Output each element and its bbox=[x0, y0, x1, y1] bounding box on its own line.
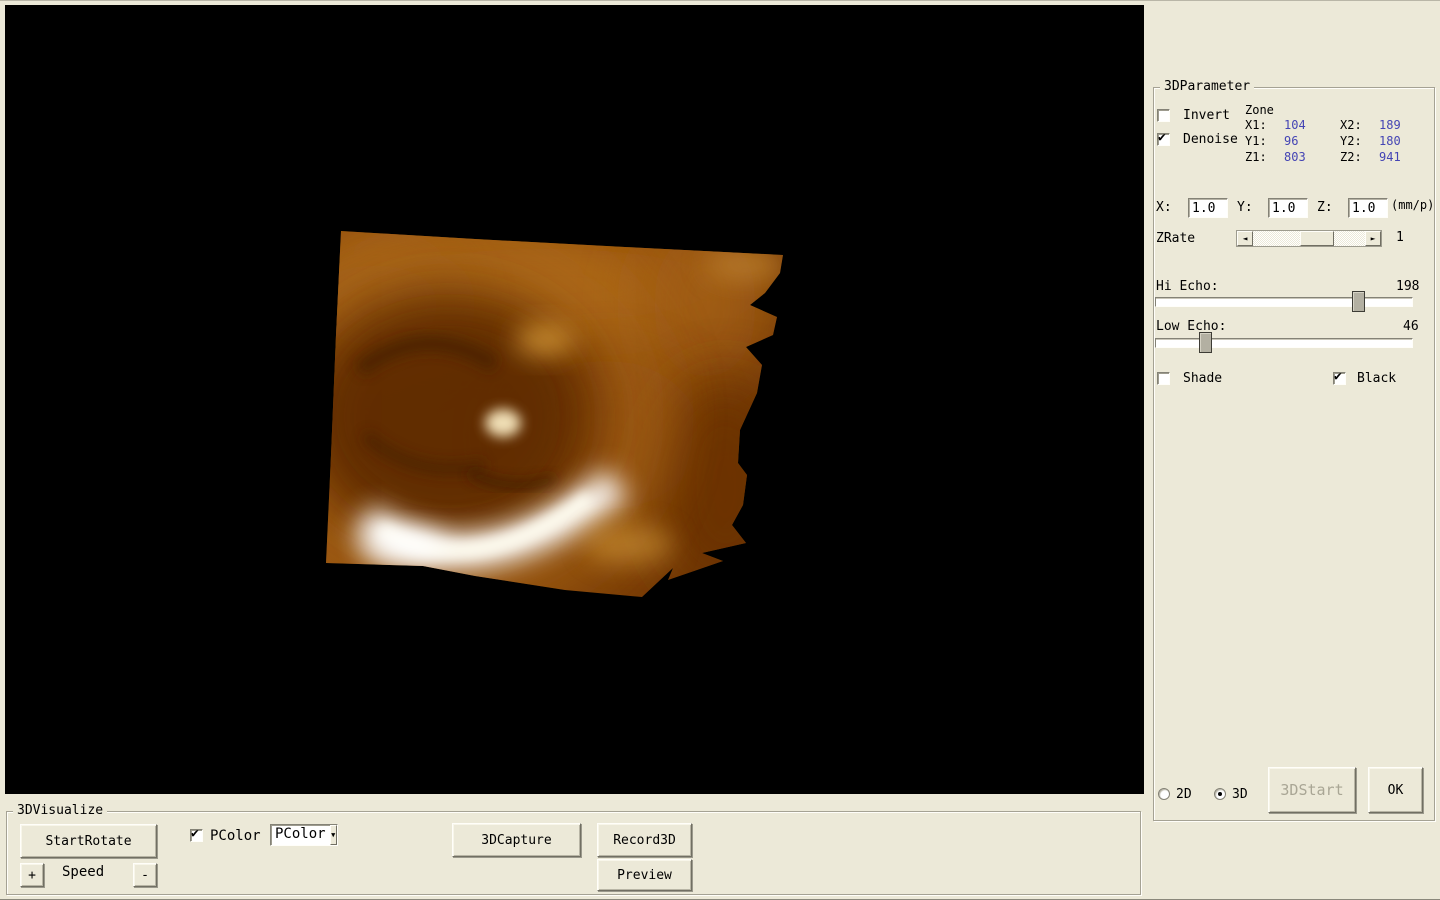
scale-x-label: X: bbox=[1156, 200, 1172, 215]
zone-z2-value: 941 bbox=[1379, 150, 1401, 164]
pcolor-checkbox[interactable]: ✔ bbox=[190, 826, 203, 842]
check-icon: ✔ bbox=[1334, 369, 1342, 384]
zrate-thumb[interactable] bbox=[1300, 231, 1335, 246]
scale-z-input[interactable] bbox=[1348, 198, 1388, 218]
zone-z1-label: Z1: bbox=[1245, 150, 1267, 164]
zrate-label: ZRate bbox=[1156, 231, 1196, 246]
3dcapture-button[interactable]: 3DCapture bbox=[452, 823, 581, 857]
app-window: 3DParameter ✔ Invert ✔ Denoise Zone X1: … bbox=[0, 0, 1440, 900]
zone-y1-label: Y1: bbox=[1245, 134, 1267, 148]
pcolor-label: PColor bbox=[210, 828, 261, 844]
low-echo-thumb[interactable] bbox=[1199, 332, 1212, 353]
scale-y-label: Y: bbox=[1237, 200, 1253, 215]
zone-y1-value: 96 bbox=[1284, 134, 1299, 148]
zone-title: Zone bbox=[1245, 103, 1274, 117]
low-echo-value: 46 bbox=[1403, 319, 1419, 334]
denoise-label: Denoise bbox=[1183, 132, 1238, 147]
start-rotate-button[interactable]: StartRotate bbox=[20, 824, 157, 858]
radio-3d-label: 3D bbox=[1232, 787, 1248, 802]
radio-2d-label: 2D bbox=[1176, 787, 1192, 802]
ok-button[interactable]: OK bbox=[1368, 767, 1423, 813]
zone-x2-value: 189 bbox=[1379, 118, 1401, 132]
denoise-checkbox[interactable]: ✔ bbox=[1157, 130, 1170, 146]
zrate-track[interactable] bbox=[1253, 231, 1365, 246]
scale-x-input[interactable] bbox=[1188, 198, 1228, 218]
zone-z1-value: 803 bbox=[1284, 150, 1306, 164]
start3d-button[interactable]: 3DStart bbox=[1268, 767, 1356, 813]
hi-echo-label: Hi Echo: bbox=[1156, 279, 1219, 294]
zone-x2-label: X2: bbox=[1340, 118, 1362, 132]
zone-y2-value: 180 bbox=[1379, 134, 1401, 148]
low-echo-label: Low Echo: bbox=[1156, 319, 1227, 334]
speed-label: Speed bbox=[62, 864, 105, 880]
zone-z2-label: Z2: bbox=[1340, 150, 1362, 164]
scale-unit-label: (mm/p) bbox=[1391, 198, 1435, 212]
visualize-group-title: 3DVisualize bbox=[13, 803, 108, 819]
pcolor-dropdown[interactable]: PColor ▼ bbox=[270, 824, 338, 846]
record3d-button[interactable]: Record3D bbox=[597, 823, 692, 857]
zrate-scrollbar[interactable]: ◄ ► bbox=[1236, 230, 1382, 247]
zone-y2-label: Y2: bbox=[1340, 134, 1362, 148]
render-viewport[interactable] bbox=[5, 5, 1144, 794]
zone-x1-label: X1: bbox=[1245, 118, 1267, 132]
shade-checkbox[interactable]: ✔ bbox=[1157, 372, 1170, 385]
shade-label: Shade bbox=[1183, 371, 1223, 386]
black-label: Black bbox=[1357, 371, 1397, 386]
scroll-left-arrow-icon[interactable]: ◄ bbox=[1237, 231, 1253, 246]
low-echo-track[interactable] bbox=[1155, 338, 1413, 348]
speed-plus-button[interactable]: + bbox=[20, 863, 44, 887]
zone-x1-value: 104 bbox=[1284, 118, 1306, 132]
radio-2d[interactable] bbox=[1158, 788, 1170, 800]
check-icon: ✔ bbox=[1158, 130, 1166, 145]
scale-z-label: Z: bbox=[1317, 200, 1333, 215]
check-icon: ✔ bbox=[191, 826, 199, 841]
scroll-right-arrow-icon[interactable]: ► bbox=[1365, 231, 1381, 246]
hi-echo-track[interactable] bbox=[1155, 297, 1413, 307]
zrate-value: 1 bbox=[1396, 230, 1404, 245]
chevron-down-icon[interactable]: ▼ bbox=[329, 825, 337, 845]
parameter-group-title: 3DParameter bbox=[1160, 79, 1255, 95]
hi-echo-value: 198 bbox=[1396, 279, 1420, 294]
invert-label: Invert bbox=[1183, 108, 1230, 123]
radio-3d[interactable] bbox=[1214, 788, 1226, 800]
invert-checkbox[interactable]: ✔ bbox=[1157, 109, 1170, 122]
speed-minus-button[interactable]: - bbox=[133, 863, 157, 887]
ultrasound-render bbox=[326, 231, 783, 597]
preview-button[interactable]: Preview bbox=[597, 859, 692, 891]
scale-y-input[interactable] bbox=[1268, 198, 1308, 218]
hi-echo-thumb[interactable] bbox=[1352, 291, 1365, 312]
pcolor-dropdown-value: PColor bbox=[275, 826, 326, 842]
black-checkbox[interactable]: ✔ bbox=[1333, 369, 1346, 385]
